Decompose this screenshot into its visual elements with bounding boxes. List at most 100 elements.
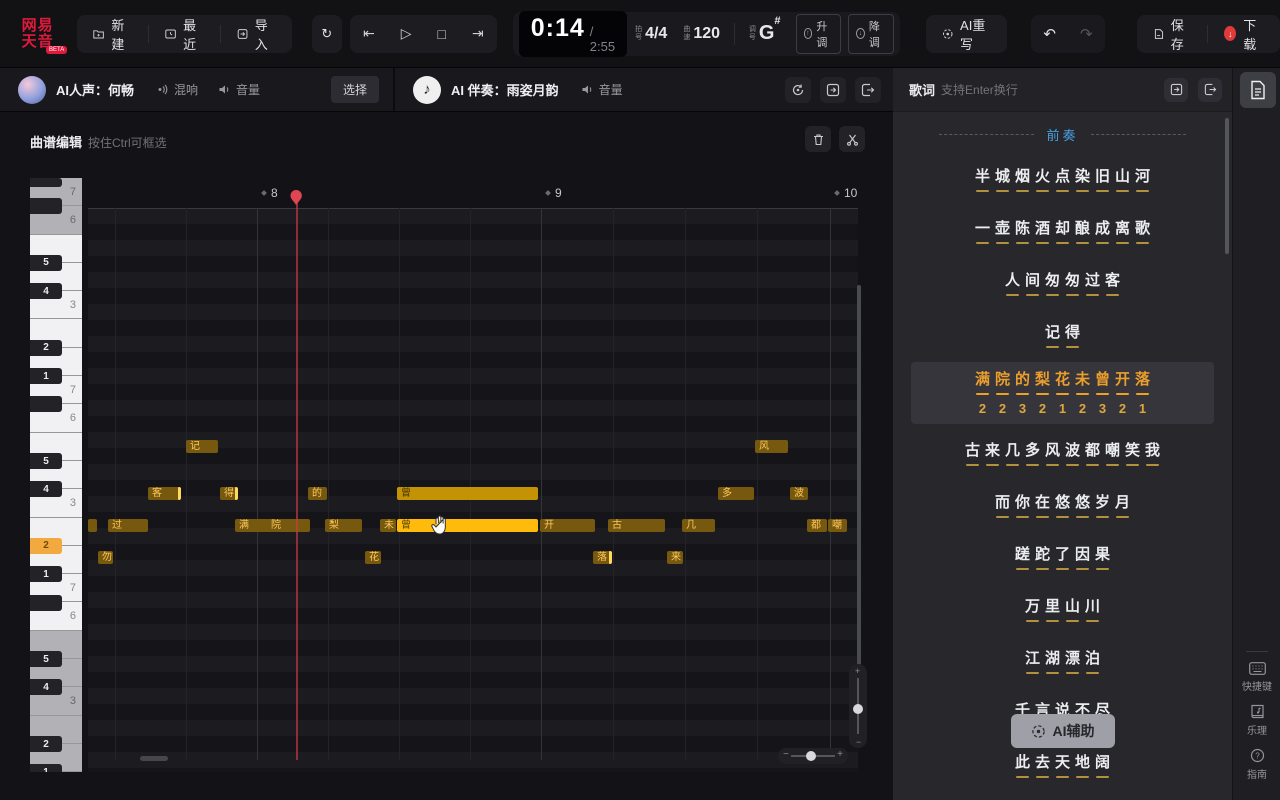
black-key[interactable]: 1 [30, 764, 62, 772]
vocal-volume-control[interactable]: 音量 [218, 81, 260, 98]
sidebar-item-guide[interactable]: ? 指南 [1247, 748, 1267, 781]
editor-horizontal-scrollbar[interactable] [140, 756, 168, 761]
v-zoom-thumb[interactable] [853, 704, 863, 714]
editor-vertical-scrollbar[interactable] [857, 285, 861, 665]
go-end-button[interactable]: ⇥ [459, 15, 497, 53]
black-key[interactable] [30, 178, 62, 187]
tempo[interactable]: 曲速 120 [675, 25, 728, 43]
note-end-handle[interactable] [609, 551, 612, 564]
note-block[interactable]: 风 [755, 440, 788, 453]
note-block[interactable]: 过 [108, 519, 148, 532]
horizontal-zoom-slider[interactable]: − + [778, 748, 848, 764]
lyric-line[interactable]: 蹉跎了因果 [893, 530, 1232, 582]
black-key[interactable]: 2 [30, 340, 62, 356]
export-track-button[interactable] [855, 77, 881, 103]
download-button[interactable]: ↓ 下载 [1208, 15, 1280, 53]
go-start-button[interactable]: ⇤ [350, 15, 388, 53]
black-key-highlighted[interactable]: 2 [30, 538, 62, 554]
note-end-handle[interactable] [235, 487, 238, 500]
lyric-line[interactable]: 浮生若梦 [893, 790, 1232, 800]
lyrics-list[interactable]: 前奏半城烟火点染旧山河一壶陈酒却酿成离歌人间匆匆过客记得满院的梨花未曾开落223… [893, 112, 1232, 800]
reverb-control[interactable]: 混响 [156, 81, 198, 98]
vocal-select-button[interactable]: 选择 [331, 76, 379, 103]
note-block[interactable]: 来 [667, 551, 683, 564]
redo-button[interactable]: ↷ [1068, 15, 1105, 53]
note-block[interactable]: 都 [807, 519, 827, 532]
zoom-out-icon[interactable]: − [783, 749, 789, 760]
black-key[interactable]: 4 [30, 283, 62, 299]
lyrics-import-button[interactable] [1164, 78, 1188, 102]
sidebar-item-shortcuts[interactable]: 快捷键 [1242, 662, 1272, 693]
black-key[interactable]: 2 [30, 736, 62, 752]
note-block[interactable]: 满院 [235, 519, 310, 532]
black-key[interactable]: 1 [30, 368, 62, 384]
pitch-down-button[interactable]: ↓ 降调 [848, 14, 894, 54]
new-button[interactable]: 新建 [77, 15, 148, 53]
lyric-line[interactable]: 而你在悠悠岁月 [893, 478, 1232, 530]
note-block[interactable]: 梨 [325, 519, 362, 532]
vertical-zoom-slider[interactable]: + − [849, 664, 867, 748]
lyric-line[interactable]: 记得 [893, 308, 1232, 360]
cut-note-button[interactable] [839, 126, 865, 152]
note-end-handle[interactable] [178, 487, 181, 500]
accomp-avatar[interactable]: ♪ [413, 76, 441, 104]
lyric-line[interactable]: 万里山川 [893, 582, 1232, 634]
note-block[interactable]: 记 [186, 440, 218, 453]
ai-rewrite-button[interactable]: AI重写 [926, 15, 1008, 53]
stop-button[interactable]: □ [425, 15, 459, 53]
zoom-in-icon[interactable]: + [837, 749, 843, 760]
black-key[interactable]: 1 [30, 566, 62, 582]
lyric-line[interactable]: 古来几多风波都嘲笑我 [893, 426, 1232, 478]
recent-button[interactable]: 最近 [149, 15, 220, 53]
lyric-line[interactable]: 江湖漂泊 [893, 634, 1232, 686]
import-button[interactable]: 导入 [221, 15, 292, 53]
lyric-line[interactable]: 人间匆匆过客 [893, 256, 1232, 308]
sidebar-item-music-theory[interactable]: 乐理 [1247, 704, 1267, 737]
black-key[interactable] [30, 198, 62, 214]
note-block[interactable]: 花 [365, 551, 381, 564]
undo-button[interactable]: ↶ [1031, 15, 1068, 53]
black-key[interactable]: 5 [30, 651, 62, 667]
note-block[interactable]: 未 [380, 519, 396, 532]
note-block[interactable]: 开 [540, 519, 595, 532]
loop-button[interactable]: ↻ [321, 15, 332, 53]
black-key[interactable]: 5 [30, 453, 62, 469]
note-block[interactable] [88, 519, 97, 532]
note-block[interactable]: 波 [790, 487, 808, 500]
black-key[interactable] [30, 595, 62, 611]
lyrics-scrollbar[interactable] [1225, 118, 1229, 254]
note-block[interactable]: 得 [220, 487, 238, 500]
note-block[interactable]: 的 [308, 487, 327, 500]
note-block[interactable]: 曾 [397, 487, 538, 500]
pitch-up-button[interactable]: ↑ 升调 [796, 14, 842, 54]
h-zoom-thumb[interactable] [806, 751, 816, 761]
lyrics-export-button[interactable] [1198, 78, 1222, 102]
time-signature[interactable]: 拍号 4/4 [627, 25, 675, 43]
lyric-line[interactable]: 一壶陈酒却酿成离歌 [893, 204, 1232, 256]
black-key[interactable] [30, 396, 62, 412]
lyrics-tab-button[interactable] [1240, 72, 1276, 108]
lyric-line[interactable]: 半城烟火点染旧山河 [893, 152, 1232, 204]
black-key[interactable]: 4 [30, 481, 62, 497]
import-track-button[interactable] [820, 77, 846, 103]
piano-keyboard[interactable]: 763763763542154215421 [30, 178, 82, 772]
note-block[interactable]: 勿 [98, 551, 113, 564]
black-key[interactable]: 5 [30, 255, 62, 271]
note-block[interactable]: 几 [682, 519, 715, 532]
black-key[interactable]: 4 [30, 679, 62, 695]
vocal-avatar[interactable] [18, 76, 46, 104]
note-block[interactable]: 落 [593, 551, 612, 564]
ai-assist-button[interactable]: AI辅助 [1011, 714, 1115, 748]
playhead-pin[interactable] [290, 190, 303, 206]
play-button[interactable]: ▷ [388, 15, 425, 53]
v-zoom-in-icon[interactable]: + [855, 666, 860, 676]
v-zoom-out-icon[interactable]: − [856, 737, 861, 747]
note-block[interactable]: 曾 [397, 519, 538, 532]
delete-note-button[interactable] [805, 126, 831, 152]
save-button[interactable]: 保存 [1137, 15, 1208, 53]
regenerate-button[interactable] [785, 77, 811, 103]
note-block[interactable]: 嘲 [828, 519, 847, 532]
note-block[interactable]: 多 [718, 487, 754, 500]
accomp-volume-control[interactable]: 音量 [581, 81, 623, 98]
note-block[interactable]: 客 [148, 487, 181, 500]
